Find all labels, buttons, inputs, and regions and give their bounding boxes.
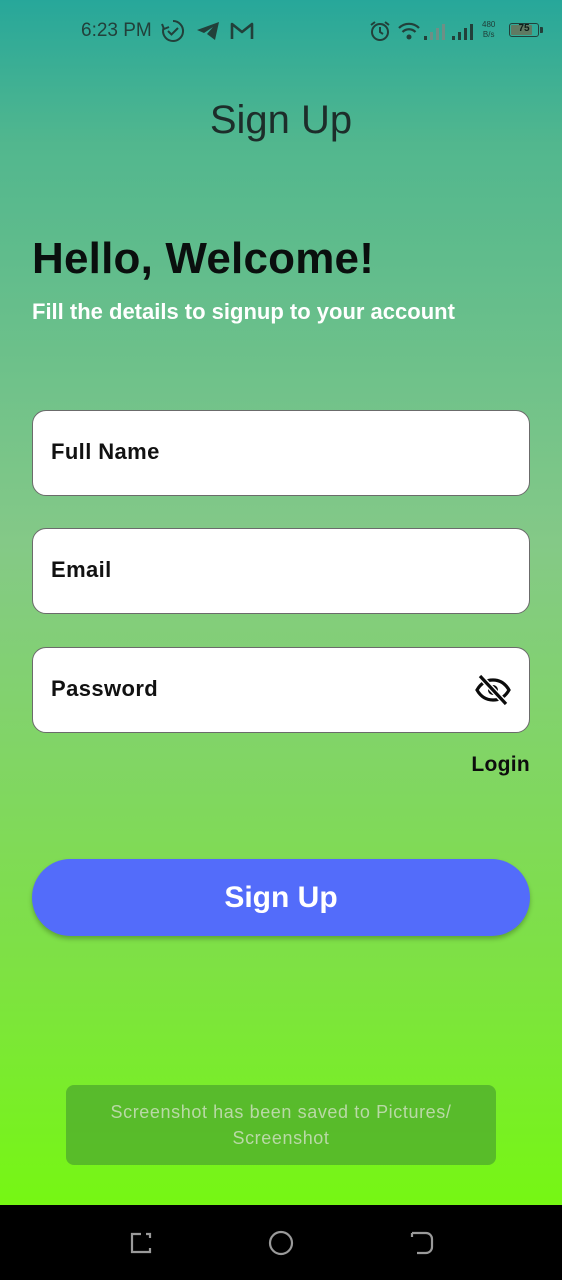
- status-bar: 6:23 PM 480 B/s 75: [0, 0, 562, 64]
- network-speed: 480 B/s: [482, 20, 495, 40]
- wifi-icon: [398, 22, 420, 40]
- network-speed-unit: B/s: [482, 30, 495, 39]
- password-field[interactable]: Password: [32, 647, 530, 733]
- signup-button-label: Sign Up: [224, 880, 338, 914]
- signup-screen: 6:23 PM 480 B/s 75 Sign Up Hello, Welcom…: [0, 0, 562, 1205]
- recent-apps-icon[interactable]: [128, 1230, 154, 1256]
- telegram-icon: [197, 22, 219, 40]
- battery-icon: 75: [509, 23, 543, 37]
- password-placeholder: Password: [51, 676, 159, 701]
- eye-off-icon[interactable]: [475, 674, 511, 706]
- back-icon[interactable]: [408, 1230, 434, 1256]
- email-placeholder: Email: [51, 557, 112, 582]
- welcome-heading: Hello, Welcome!: [32, 234, 375, 283]
- signal-icon: [424, 24, 445, 40]
- login-link[interactable]: Login: [471, 753, 530, 777]
- alarm-icon: [370, 21, 390, 41]
- email-field[interactable]: Email: [32, 528, 530, 614]
- signup-button[interactable]: Sign Up: [32, 859, 530, 936]
- home-icon[interactable]: [268, 1230, 294, 1256]
- signal-icon: [452, 24, 473, 40]
- battery-level: 75: [518, 23, 530, 34]
- gmail-icon: [230, 22, 254, 39]
- status-time: 6:23 PM: [81, 20, 152, 41]
- full-name-placeholder: Full Name: [51, 439, 160, 464]
- welcome-subtitle: Fill the details to signup to your accou…: [32, 299, 455, 324]
- toast-message: Screenshot has been saved to Pictures/ S…: [110, 1102, 452, 1148]
- full-name-field[interactable]: Full Name: [32, 410, 530, 496]
- toast-notification: Screenshot has been saved to Pictures/ S…: [66, 1085, 496, 1165]
- sync-check-icon: [161, 19, 185, 42]
- page-title: Sign Up: [209, 98, 353, 142]
- network-speed-value: 480: [482, 20, 496, 29]
- system-nav-bar: [0, 1205, 562, 1280]
